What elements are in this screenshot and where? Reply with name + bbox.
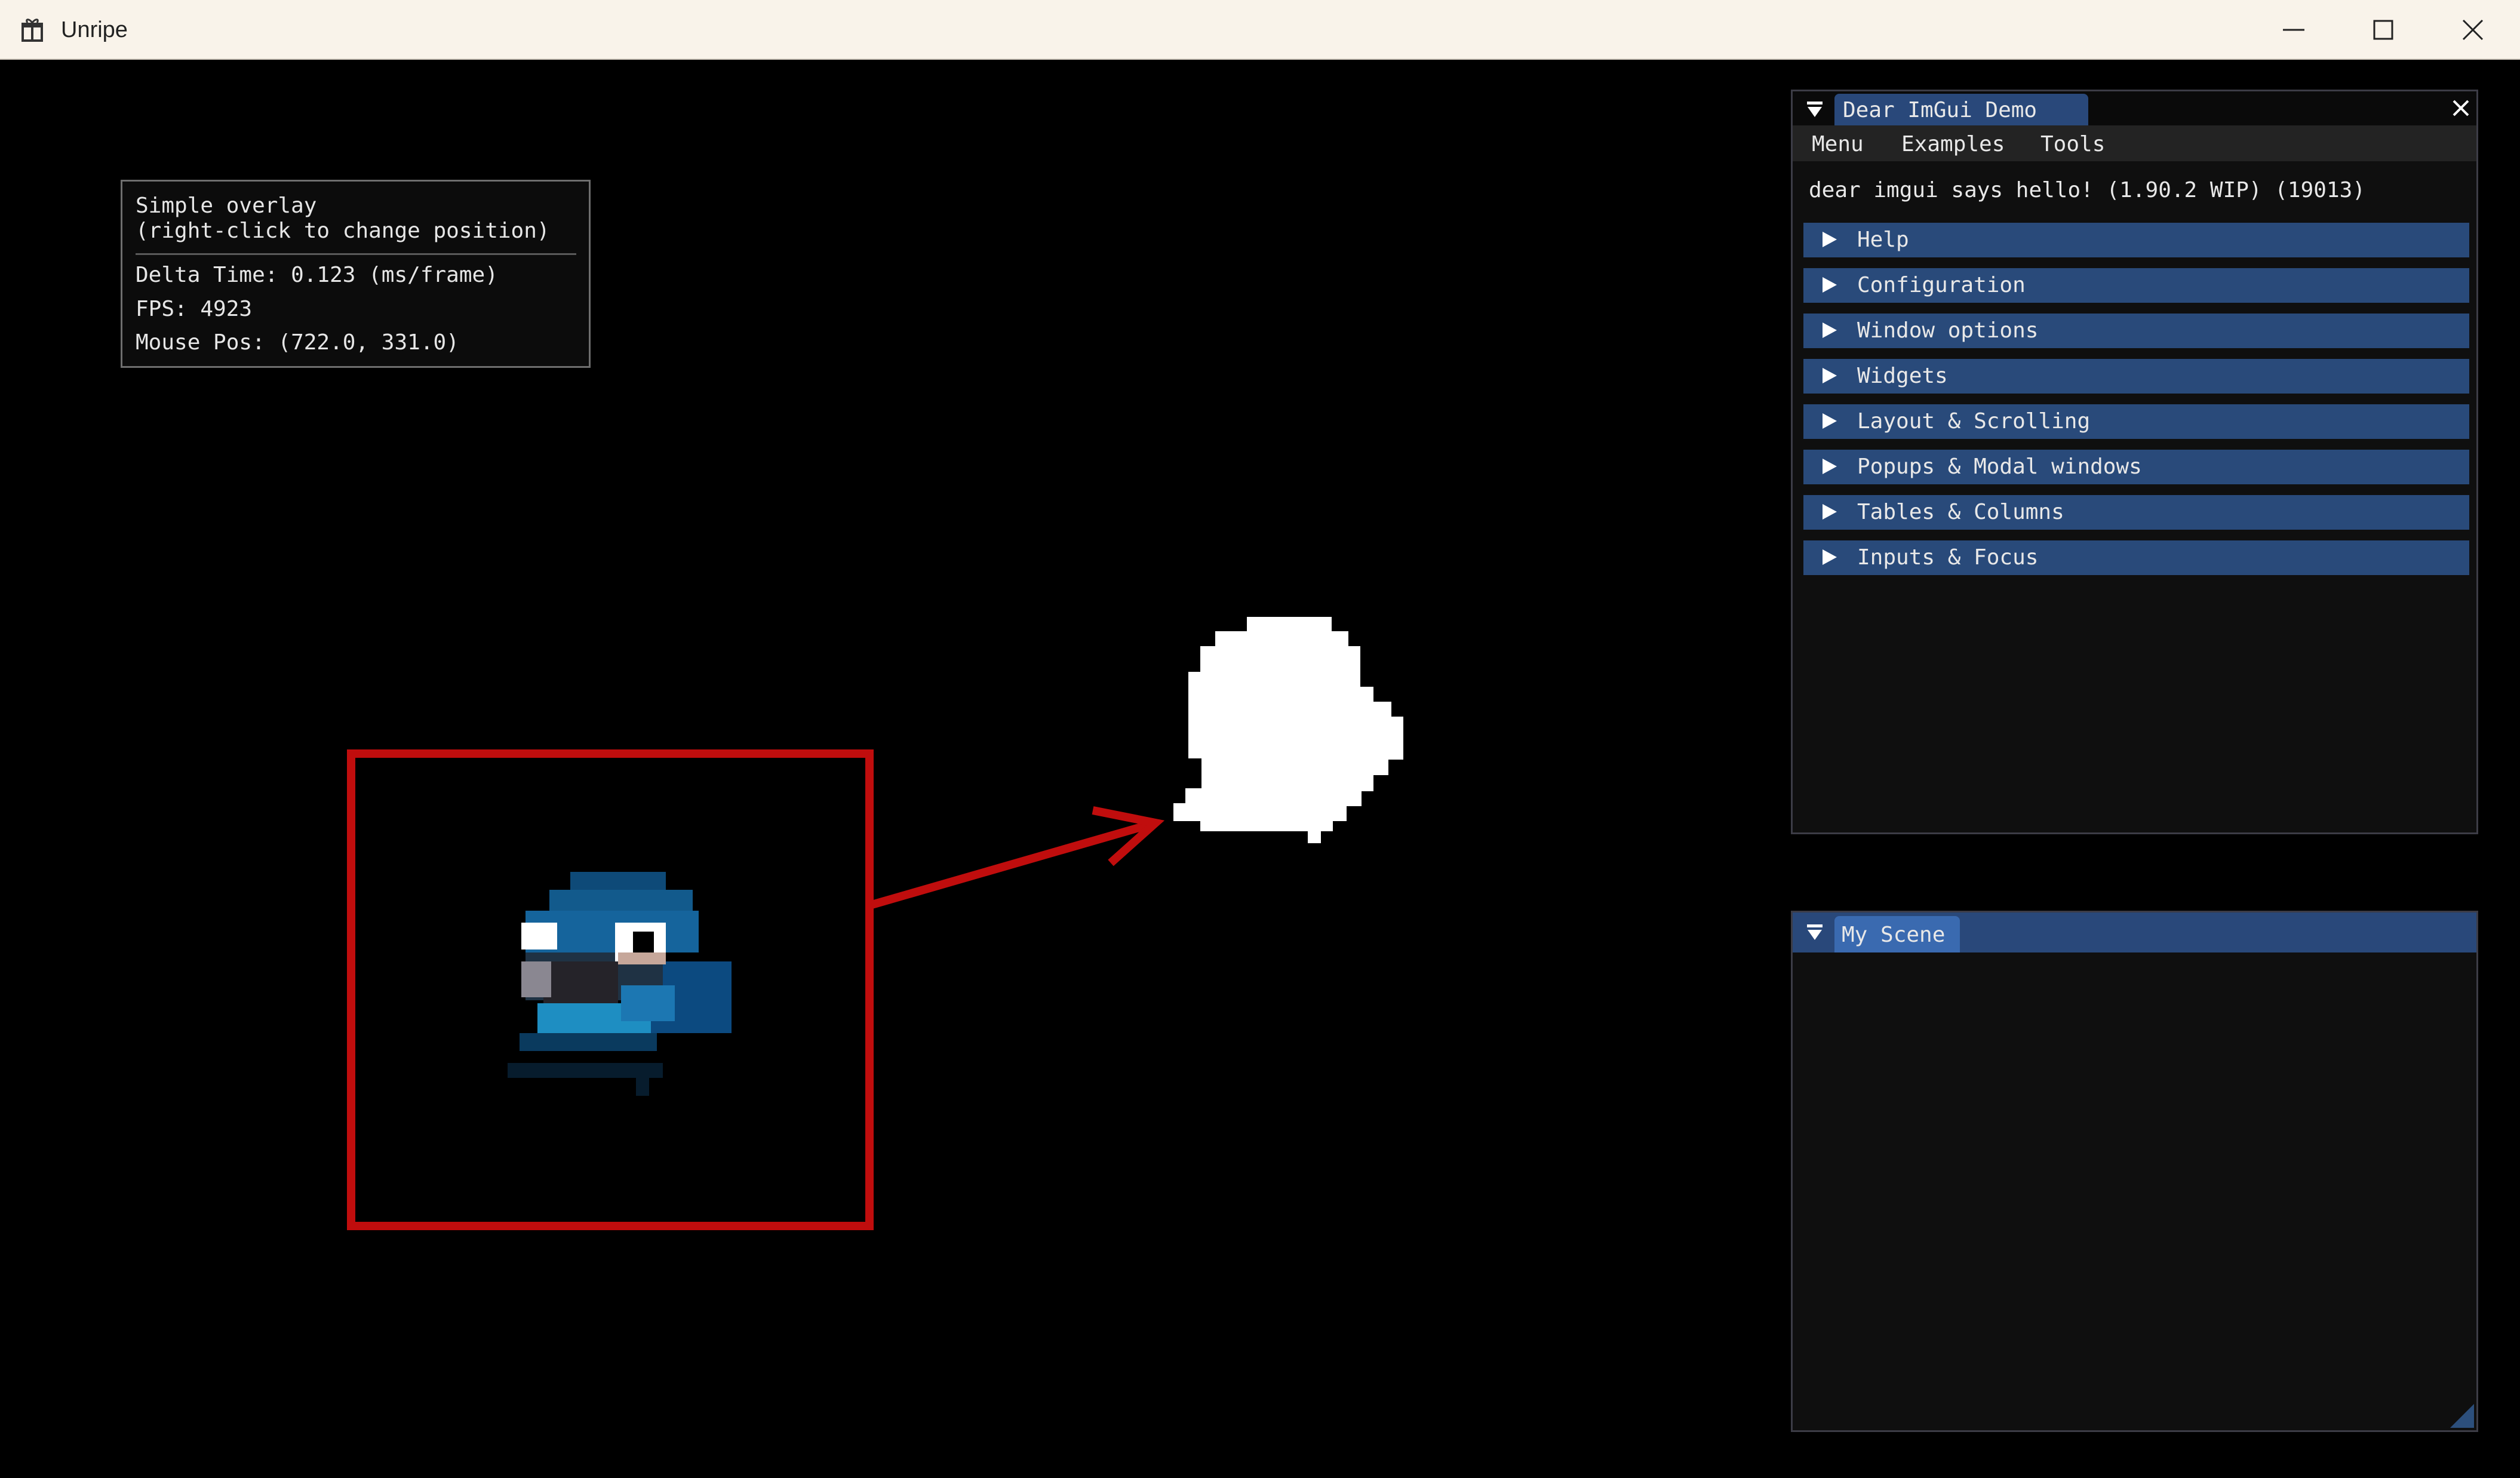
header-label: Window options — [1857, 318, 2039, 343]
header-help[interactable]: Help — [1803, 223, 2469, 257]
header-configuration[interactable]: Configuration — [1803, 268, 2469, 303]
scene-titlebar[interactable]: My Scene — [1793, 912, 2476, 952]
header-label: Popups & Modal windows — [1857, 454, 2142, 479]
triangle-right-icon — [1823, 368, 1837, 383]
header-label: Layout & Scrolling — [1857, 409, 2091, 434]
header-window-options[interactable]: Window options — [1803, 314, 2469, 348]
tab-dear-imgui-demo[interactable]: Dear ImGui Demo — [1834, 94, 2088, 125]
resize-grip-icon[interactable] — [2450, 1404, 2474, 1428]
triangle-right-icon — [1823, 322, 1837, 338]
triangle-right-icon — [1823, 459, 1837, 474]
triangle-right-icon — [1823, 277, 1837, 293]
header-label: Help — [1857, 228, 1909, 252]
arrow-icon — [871, 806, 1165, 909]
demo-titlebar[interactable]: Dear ImGui Demo — [1793, 91, 2476, 125]
header-label: Widgets — [1857, 364, 1948, 388]
triangle-right-icon — [1823, 413, 1837, 429]
header-label: Tables & Columns — [1857, 500, 2064, 524]
imgui-demo-window[interactable]: Dear ImGui Demo Menu Examples Tools dear… — [1791, 90, 2478, 834]
scene-tab-title: My Scene — [1842, 923, 1946, 947]
ghost-sprite — [1173, 617, 1403, 843]
header-tables-columns[interactable]: Tables & Columns — [1803, 495, 2469, 530]
hello-text: dear imgui says hello! (1.90.2 WIP) (190… — [1809, 178, 2365, 202]
close-icon[interactable] — [2451, 99, 2470, 118]
menu-item-menu[interactable]: Menu — [1812, 131, 1864, 158]
header-widgets[interactable]: Widgets — [1803, 359, 2469, 394]
demo-tab-title: Dear ImGui Demo — [1843, 98, 2037, 122]
collapse-icon[interactable] — [1806, 100, 1824, 118]
header-popups-modal[interactable]: Popups & Modal windows — [1803, 450, 2469, 484]
header-label: Configuration — [1857, 273, 2026, 297]
header-inputs-focus[interactable]: Inputs & Focus — [1803, 540, 2469, 575]
demo-menubar: Menu Examples Tools — [1793, 125, 2476, 161]
tab-my-scene[interactable]: My Scene — [1834, 916, 1960, 952]
menu-item-tools[interactable]: Tools — [2040, 131, 2105, 158]
triangle-right-icon — [1823, 549, 1837, 565]
header-layout-scrolling[interactable]: Layout & Scrolling — [1803, 404, 2469, 439]
bird-sprite — [508, 872, 732, 1096]
collapse-icon[interactable] — [1806, 923, 1824, 941]
triangle-right-icon — [1823, 504, 1837, 520]
menu-item-examples[interactable]: Examples — [1901, 131, 2005, 158]
my-scene-window[interactable]: My Scene — [1791, 911, 2478, 1432]
header-label: Inputs & Focus — [1857, 545, 2039, 570]
triangle-right-icon — [1823, 232, 1837, 247]
